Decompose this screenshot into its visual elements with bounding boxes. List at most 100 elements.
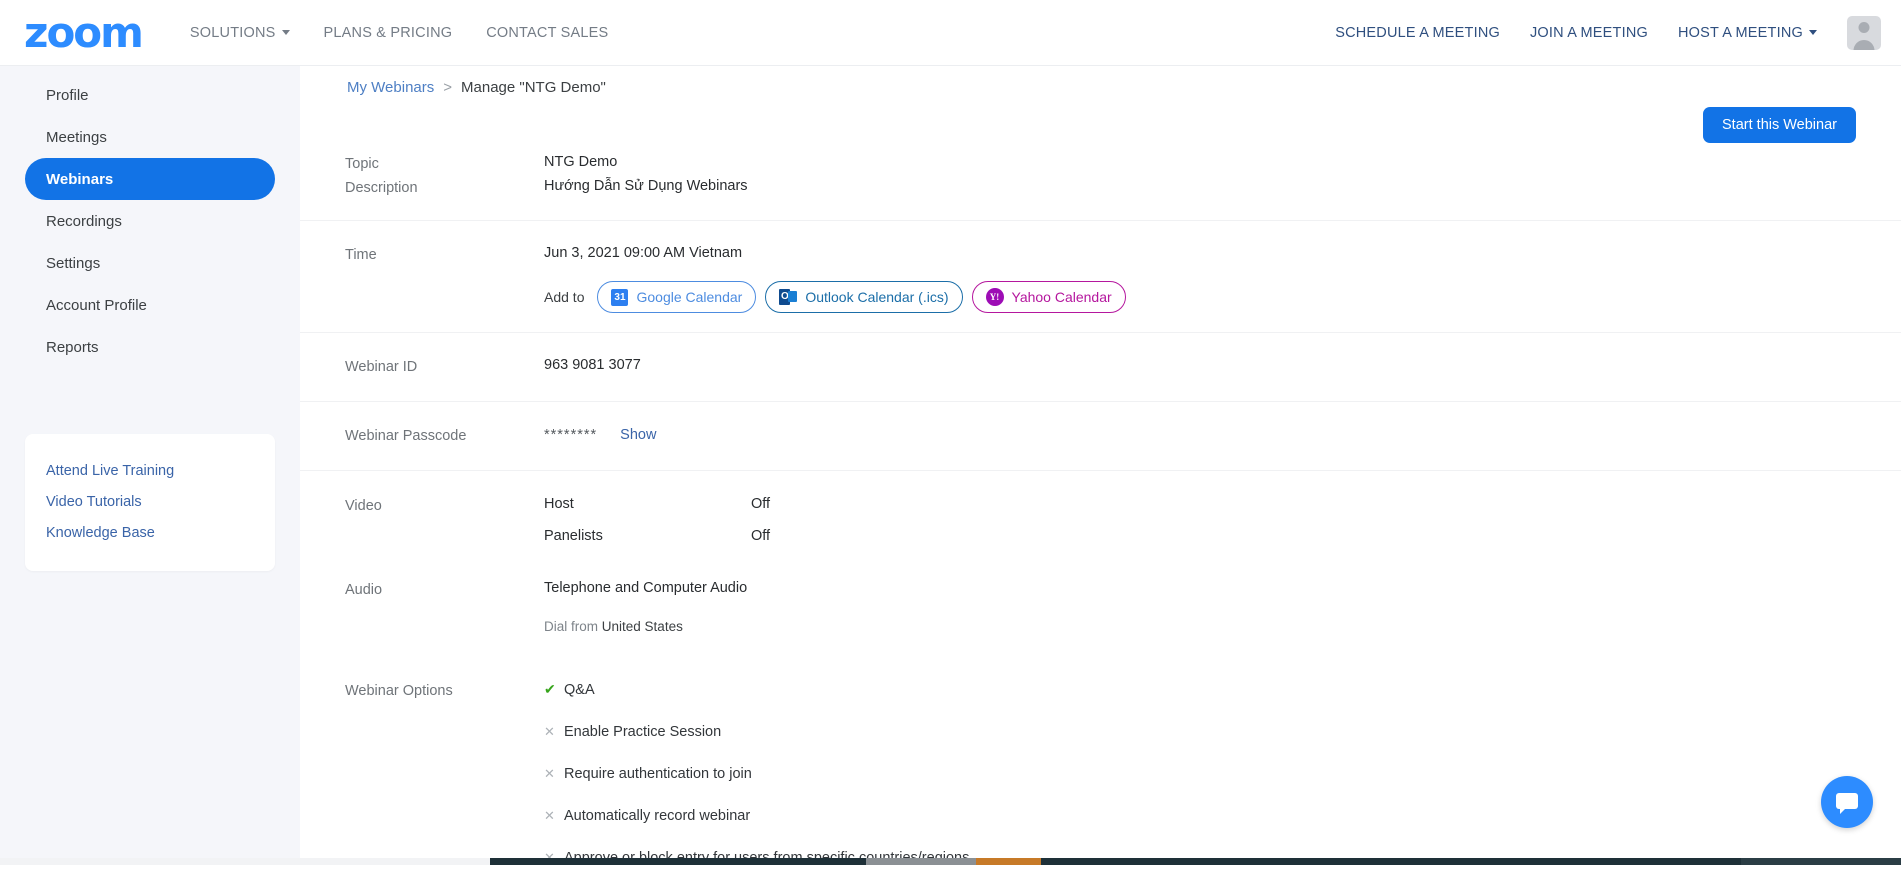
dial-from-prefix: Dial from [544, 619, 598, 634]
row-time-body: Jun 3, 2021 09:00 AM Vietnam Add to 31 G… [544, 245, 1856, 313]
chat-bubble-shape [1836, 793, 1858, 809]
taskbar-segment [1741, 858, 1901, 865]
row-description-value: Hướng Dẫn Sử Dụng Webinars [544, 178, 1856, 196]
option-enable-practice-session: ✕ Enable Practice Session [544, 724, 1856, 740]
option-automatically-record: ✕ Automatically record webinar [544, 808, 1856, 824]
google-calendar-label: Google Calendar [636, 289, 742, 305]
nav-solutions-label: SOLUTIONS [190, 25, 276, 41]
option-qa: ✔ Q&A [544, 681, 1856, 698]
sidebar: Profile Meetings Webinars Recordings Set… [0, 66, 300, 865]
row-time-value: Jun 3, 2021 09:00 AM Vietnam [544, 245, 1856, 261]
taskbar-segment [0, 858, 490, 865]
option-enable-practice-session-label: Enable Practice Session [564, 724, 721, 740]
nav-plans-pricing[interactable]: PLANS & PRICING [324, 25, 453, 41]
option-require-authentication: ✕ Require authentication to join [544, 766, 1856, 782]
row-audio-value: Telephone and Computer Audio [544, 580, 1856, 596]
nav-host-a-meeting-label: HOST A MEETING [1678, 25, 1803, 41]
video-panelists-label: Panelists [544, 528, 751, 544]
row-webinar-options-label: Webinar Options [345, 681, 544, 866]
row-webinar-passcode-body: ******** Show [544, 426, 1856, 444]
link-video-tutorials[interactable]: Video Tutorials [25, 487, 275, 518]
check-icon: ✔ [544, 681, 555, 698]
row-time: Time Jun 3, 2021 09:00 AM Vietnam Add to… [300, 220, 1901, 332]
yahoo-calendar-button[interactable]: Y! Yahoo Calendar [972, 281, 1126, 313]
dial-from-country[interactable]: United States [602, 619, 683, 634]
taskbar-segment [1041, 858, 1741, 865]
add-to-calendar-group: Add to 31 Google Calendar O Outlook Cale… [544, 281, 1856, 313]
chat-bubble-icon[interactable] [1821, 776, 1873, 828]
outlook-calendar-label: Outlook Calendar (.ics) [805, 289, 948, 305]
outlook-calendar-button[interactable]: O Outlook Calendar (.ics) [765, 281, 962, 313]
add-to-label: Add to [544, 289, 584, 305]
nav-host-a-meeting[interactable]: HOST A MEETING [1678, 25, 1817, 41]
secondary-nav: SCHEDULE A MEETING JOIN A MEETING HOST A… [1335, 16, 1881, 50]
chevron-down-icon [282, 30, 290, 35]
cross-icon: ✕ [544, 766, 555, 782]
os-taskbar [0, 858, 1901, 865]
option-require-authentication-label: Require authentication to join [564, 766, 752, 782]
show-passcode-link[interactable]: Show [620, 427, 656, 443]
row-webinar-id-value: 963 9081 3077 [544, 357, 1856, 375]
sidebar-item-webinars[interactable]: Webinars [25, 158, 275, 200]
nav-join-a-meeting[interactable]: JOIN A MEETING [1530, 25, 1648, 41]
option-qa-label: Q&A [564, 682, 595, 698]
breadcrumb-my-webinars[interactable]: My Webinars [347, 79, 434, 96]
video-entry-host: Host Off [544, 496, 1856, 512]
sidebar-item-meetings[interactable]: Meetings [25, 116, 275, 158]
row-audio-body: Telephone and Computer Audio Dial from U… [544, 580, 1856, 634]
main-content: My Webinars > Manage "NTG Demo" Start th… [300, 66, 1901, 865]
row-audio-label: Audio [345, 580, 544, 634]
nav-solutions[interactable]: SOLUTIONS [190, 25, 290, 41]
nav-schedule-a-meeting[interactable]: SCHEDULE A MEETING [1335, 25, 1500, 41]
row-topic-label: Topic [345, 154, 544, 172]
sidebar-item-profile[interactable]: Profile [25, 74, 275, 116]
sidebar-nav: Profile Meetings Webinars Recordings Set… [0, 66, 300, 368]
sidebar-item-account-profile[interactable]: Account Profile [25, 284, 275, 326]
webinar-detail-rows: Topic NTG Demo Description Hướng Dẫn Sử … [300, 142, 1901, 886]
video-host-label: Host [544, 496, 751, 512]
google-calendar-icon: 31 [611, 289, 628, 306]
passcode-masked-value: ******** [544, 427, 597, 443]
taskbar-segment [866, 858, 976, 865]
option-automatically-record-label: Automatically record webinar [564, 808, 750, 824]
link-knowledge-base[interactable]: Knowledge Base [25, 518, 275, 549]
row-webinar-id: Webinar ID 963 9081 3077 [300, 332, 1901, 401]
help-resources-card: Attend Live Training Video Tutorials Kno… [25, 434, 275, 571]
video-entry-panelists: Panelists Off [544, 528, 1856, 544]
row-webinar-passcode: Webinar Passcode ******** Show [300, 401, 1901, 470]
row-topic: Topic NTG Demo [300, 142, 1901, 178]
row-description: Description Hướng Dẫn Sử Dụng Webinars [300, 178, 1901, 220]
nav-contact-sales[interactable]: CONTACT SALES [486, 25, 608, 41]
row-video-label: Video [345, 496, 544, 560]
yahoo-calendar-icon: Y! [986, 288, 1004, 306]
row-webinar-options-body: ✔ Q&A ✕ Enable Practice Session ✕ Requir… [544, 681, 1856, 866]
row-time-label: Time [345, 245, 544, 313]
breadcrumb: My Webinars > Manage "NTG Demo" [347, 79, 606, 96]
row-audio: Audio Telephone and Computer Audio Dial … [300, 568, 1901, 656]
google-calendar-button[interactable]: 31 Google Calendar [597, 281, 756, 313]
outlook-calendar-icon: O [779, 289, 797, 305]
yahoo-calendar-label: Yahoo Calendar [1012, 289, 1112, 305]
video-host-state: Off [751, 496, 770, 512]
taskbar-segment [976, 858, 1041, 865]
outlook-envelope-shape [788, 291, 797, 302]
sidebar-item-recordings[interactable]: Recordings [25, 200, 275, 242]
row-webinar-options: Webinar Options ✔ Q&A ✕ Enable Practice … [300, 656, 1901, 886]
zoom-logo[interactable]: zoom [24, 12, 142, 54]
start-this-webinar-button[interactable]: Start this Webinar [1703, 107, 1856, 143]
user-avatar-icon[interactable] [1847, 16, 1881, 50]
row-webinar-passcode-label: Webinar Passcode [345, 426, 544, 444]
primary-nav: SOLUTIONS PLANS & PRICING CONTACT SALES [190, 25, 608, 41]
taskbar-segment [490, 858, 866, 865]
row-video-body: Host Off Panelists Off [544, 496, 1856, 560]
row-webinar-id-label: Webinar ID [345, 357, 544, 375]
chevron-down-icon [1809, 30, 1817, 35]
dial-from-line: Dial from United States [544, 619, 1856, 634]
link-attend-live-training[interactable]: Attend Live Training [25, 456, 275, 487]
sidebar-item-reports[interactable]: Reports [25, 326, 275, 368]
sidebar-item-settings[interactable]: Settings [25, 242, 275, 284]
cross-icon: ✕ [544, 724, 555, 740]
cross-icon: ✕ [544, 808, 555, 824]
top-header: zoom SOLUTIONS PLANS & PRICING CONTACT S… [0, 0, 1901, 66]
video-panelists-state: Off [751, 528, 770, 544]
